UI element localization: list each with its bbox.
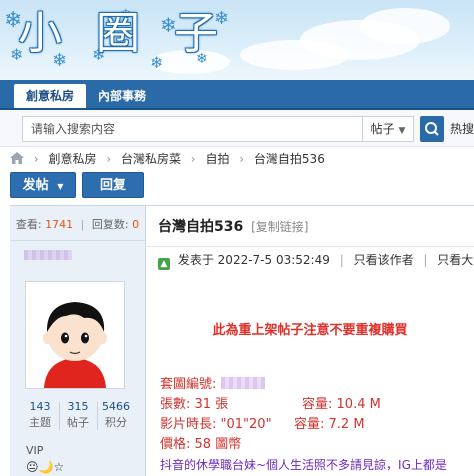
duration-line: 影片時長: "01"20"	[160, 416, 272, 434]
medal-icons: 😐🌙☆	[26, 460, 65, 474]
search-bar: 帖子 ▼ 热搜	[0, 110, 474, 147]
published-label: 发表于	[177, 253, 214, 267]
chevron-down-icon: ▼	[57, 182, 64, 191]
search-icon	[425, 122, 439, 136]
post-meta: ▲ 发表于 2022-7-5 03:52:49 | 只看该作者 | 只看大图	[158, 251, 474, 270]
replies-label: 回复数:	[91, 218, 129, 231]
reply-button[interactable]: 回复	[82, 172, 144, 198]
search-type-label: 帖子	[370, 122, 395, 136]
stat-label: 帖子	[67, 416, 89, 429]
breadcrumb-separator: ›	[190, 152, 196, 166]
nav-tab-internal[interactable]: 內部事務	[86, 84, 158, 108]
published-time: 2022-7-5 03:52:49	[217, 253, 330, 267]
views-label: 查看:	[15, 218, 42, 231]
search-input[interactable]	[22, 116, 362, 142]
home-icon[interactable]	[10, 152, 24, 164]
user-stats: 143 主题 315 帖子 5466 积分	[22, 400, 134, 434]
cloud-decoration	[360, 8, 450, 44]
username-redacted[interactable]	[24, 250, 72, 260]
stat-label: 积分	[105, 416, 127, 429]
stat-points[interactable]: 5466 积分	[98, 400, 134, 430]
avatar[interactable]	[25, 281, 125, 389]
stat-posts[interactable]: 315 帖子	[60, 400, 96, 430]
thread-stats: 查看: 1741 | 回复数: 0	[10, 212, 145, 238]
sheets-value: 31 張	[194, 397, 229, 412]
meta-separator: |	[339, 253, 344, 267]
avatar-image	[26, 282, 124, 388]
hot-search-label[interactable]: 热搜	[450, 116, 474, 142]
chevron-down-icon: ▼	[398, 126, 406, 136]
capacity2-value: 7.2 M	[328, 417, 365, 432]
capacity2-label: 容量:	[294, 417, 325, 432]
divider	[146, 246, 474, 247]
stat-topics[interactable]: 143 主题	[22, 400, 58, 430]
user-group[interactable]: VIP	[26, 444, 43, 457]
sheets-label: 張數:	[160, 397, 191, 412]
copy-link-button[interactable]: [复制链接]	[251, 220, 308, 234]
meta-separator: |	[423, 253, 428, 267]
divider	[10, 240, 145, 241]
only-author-link[interactable]: 只看该作者	[354, 253, 414, 267]
duration-label: 影片時長:	[160, 417, 217, 432]
post-description: 抖音的休學職台妹~個人生活照不多請見諒，IG上都是	[160, 458, 447, 472]
site-banner: ❄ ❄ ❄ ❄ ❄ ❄ ❄ ❄ ❄ 小 圈 子	[0, 0, 474, 80]
repost-notice: 此為重上架帖子注意不要重複購買	[212, 323, 408, 338]
main-nav: 創意私房 內部事務	[0, 80, 474, 110]
capacity-line: 容量: 10.4 M	[302, 396, 381, 414]
breadcrumb-separator: ›	[239, 152, 245, 166]
album-id-line: 套圖編號:	[160, 376, 265, 394]
new-post-button[interactable]: 发帖 ▼	[10, 172, 76, 198]
sheets-line: 張數: 31 張	[160, 396, 228, 414]
capacity2-line: 容量: 7.2 M	[294, 416, 365, 434]
post-content: 台灣自拍536 [复制链接] ▲ 发表于 2022-7-5 03:52:49 |…	[146, 206, 474, 476]
search-button[interactable]	[420, 116, 444, 142]
author-sidebar: 查看: 1741 | 回复数: 0 143 主题 315 帖子 5466 积分 …	[10, 206, 146, 476]
album-id-label: 套圖編號:	[160, 377, 217, 392]
snowflake-icon: ❄	[150, 53, 164, 72]
logo-char: 圈	[96, 8, 140, 59]
post-title-row: 台灣自拍536 [复制链接]	[158, 216, 308, 238]
capacity-value: 10.4 M	[336, 397, 381, 412]
price-line: 價格: 58 圖幣	[160, 436, 241, 454]
breadcrumb-separator: ›	[33, 152, 39, 166]
cloud-decoration	[240, 40, 350, 70]
stat-label: 主题	[29, 416, 51, 429]
stats-separator: |	[80, 218, 85, 231]
search-type-select[interactable]: 帖子 ▼	[362, 116, 414, 142]
breadcrumb: › 創意私房 › 台灣私房菜 › 自拍 › 台灣自拍536	[10, 150, 325, 168]
stat-value: 5466	[102, 400, 130, 413]
new-post-label: 发帖	[22, 178, 49, 193]
replies-count: 0	[132, 218, 140, 231]
breadcrumb-item[interactable]: 自拍	[205, 152, 229, 166]
duration-value: "01"20"	[220, 417, 272, 432]
big-image-link[interactable]: 只看大图	[437, 253, 474, 267]
nav-tab-creative[interactable]: 創意私房	[14, 84, 87, 108]
breadcrumb-item[interactable]: 台灣自拍536	[254, 152, 325, 166]
breadcrumb-separator: ›	[106, 152, 112, 166]
logo-char: 小	[18, 8, 62, 59]
breadcrumb-item[interactable]: 創意私房	[48, 152, 96, 166]
online-status-icon: ▲	[158, 258, 170, 270]
stat-value: 315	[67, 400, 89, 413]
capacity-label: 容量:	[302, 397, 333, 412]
price-label: 價格:	[160, 437, 191, 452]
price-value: 58 圖幣	[194, 437, 242, 452]
views-count: 1741	[45, 218, 74, 231]
stat-value: 143	[29, 400, 51, 413]
breadcrumb-item[interactable]: 台灣私房菜	[121, 152, 181, 166]
logo-char: 子	[174, 8, 218, 59]
album-id-redacted	[220, 377, 265, 389]
post-title: 台灣自拍536	[158, 219, 244, 235]
